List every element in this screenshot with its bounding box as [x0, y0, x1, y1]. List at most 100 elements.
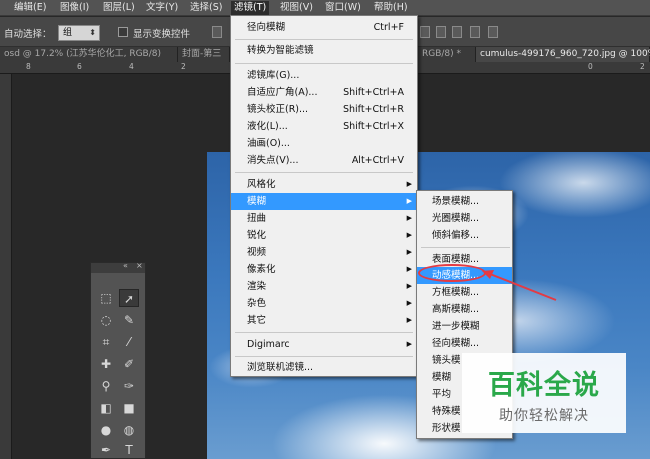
menu-separator — [235, 356, 413, 357]
menu-item-label: 杂色 — [247, 298, 267, 309]
tools-panel: « × ⬚ ➚ ◌ ✎ ⌗ ⁄ ✚ ✐ ⚲ ✑ ◧ ■ ● ◍ ✒ T — [90, 261, 146, 459]
distribute-icon[interactable] — [436, 26, 446, 38]
submenu-arrow-icon: ▶ — [406, 316, 412, 324]
menu-item-shortcut: Shift+Ctrl+A — [343, 87, 404, 98]
submenu-arrow-icon: ▶ — [406, 180, 412, 188]
menu-separator — [235, 172, 413, 173]
menu-item-label: 消失点(V)... — [247, 155, 299, 166]
distribute-icon[interactable] — [488, 26, 498, 38]
menu-item-digimarc[interactable]: Digimarc ▶ — [231, 336, 417, 353]
menu-item-sharpen[interactable]: 锐化 ▶ — [231, 227, 417, 244]
tab-osd[interactable]: osd @ 17.2% (江苏华伦化工, RGB/8) — [0, 47, 178, 62]
menu-item-label: 扭曲 — [247, 213, 267, 224]
stamp-tool-icon[interactable]: ⚲ — [96, 377, 116, 395]
menu-separator — [235, 39, 413, 40]
menu-item-pixelate[interactable]: 像素化 ▶ — [231, 261, 417, 278]
menu-item-shortcut: Ctrl+F — [373, 22, 404, 33]
menu-item-label: 油画(O)... — [247, 138, 290, 149]
menu-edit[interactable]: 编辑(E) — [14, 1, 46, 15]
healing-brush-icon[interactable]: ✚ — [96, 355, 116, 373]
menu-item-label: 其它 — [247, 315, 267, 326]
magic-wand-icon[interactable]: ✎ — [119, 311, 139, 329]
auto-select-dropdown[interactable]: 组 ⬍ — [58, 25, 100, 41]
menu-select[interactable]: 选择(S) — [190, 1, 222, 15]
close-icon[interactable]: × — [136, 261, 143, 270]
menu-item-radial-blur[interactable]: 径向模糊 Ctrl+F — [231, 19, 417, 36]
type-tool-icon[interactable]: T — [119, 441, 139, 459]
menu-item-label: 模糊 — [247, 196, 267, 207]
menu-help[interactable]: 帮助(H) — [374, 1, 408, 15]
history-brush-icon[interactable]: ✑ — [119, 377, 139, 395]
menu-image[interactable]: 图像(I) — [60, 1, 89, 15]
show-transform-checkbox[interactable] — [118, 27, 128, 37]
distribute-icon[interactable] — [420, 26, 430, 38]
menu-item-stylize[interactable]: 风格化 ▶ — [231, 176, 417, 193]
tab-cover[interactable]: 封面-第三 — [178, 47, 230, 62]
submenu-arrow-icon: ▶ — [406, 282, 412, 290]
collapse-icon[interactable]: « — [123, 261, 128, 270]
submenu-arrow-icon: ▶ — [406, 248, 412, 256]
dodge-tool-icon[interactable]: ◍ — [119, 421, 139, 439]
menu-item-video[interactable]: 视频 ▶ — [231, 244, 417, 261]
move-tool-icon[interactable]: ➚ — [119, 289, 139, 307]
menu-item-lens-correction[interactable]: 镜头校正(R)... Shift+Ctrl+R — [231, 101, 417, 118]
marquee-tool-icon[interactable]: ⬚ — [96, 289, 116, 307]
distribute-icon[interactable] — [452, 26, 462, 38]
menu-item-label: 锐化 — [247, 230, 267, 241]
pen-tool-icon[interactable]: ✒ — [96, 441, 116, 459]
eraser-tool-icon[interactable]: ◧ — [96, 399, 116, 417]
eyedropper-icon[interactable]: ⁄ — [119, 333, 139, 351]
brush-tool-icon[interactable]: ✐ — [119, 355, 139, 373]
menu-item-label: 渲染 — [247, 281, 267, 292]
menu-layer[interactable]: 图层(L) — [103, 1, 135, 15]
menu-type[interactable]: 文字(Y) — [146, 1, 178, 15]
gradient-tool-icon[interactable]: ■ — [119, 399, 139, 417]
menu-item-label: 镜头校正(R)... — [247, 104, 309, 115]
menu-item-adaptive-wide-angle[interactable]: 自适应广角(A)... Shift+Ctrl+A — [231, 84, 417, 101]
distribute-icon[interactable] — [470, 26, 480, 38]
tab-rgb[interactable]: RGB/8) * — [418, 47, 476, 62]
menu-item-filter-gallery[interactable]: 滤镜库(G)... — [231, 67, 417, 84]
align-icon[interactable] — [212, 26, 222, 38]
submenu-item-blur-more[interactable]: 进一步模糊 — [417, 318, 512, 335]
tab-cumulus[interactable]: cumulus-499176_960_720.jpg @ 100% — [476, 47, 650, 62]
menu-item-distort[interactable]: 扭曲 ▶ — [231, 210, 417, 227]
menu-item-other[interactable]: 其它 ▶ — [231, 312, 417, 329]
menu-separator — [421, 247, 510, 248]
annotation-circle — [418, 264, 486, 282]
lasso-tool-icon[interactable]: ◌ — [96, 311, 116, 329]
ruler-tick: 2 — [640, 62, 645, 71]
submenu-item-radial-blur[interactable]: 径向模糊... — [417, 335, 512, 352]
menu-item-convert-smart-filter[interactable]: 转换为智能滤镜 — [231, 42, 417, 59]
crop-tool-icon[interactable]: ⌗ — [96, 333, 116, 351]
menu-separator — [235, 63, 413, 64]
menu-item-shortcut: Shift+Ctrl+X — [343, 121, 404, 132]
menu-item-blur[interactable]: 模糊 ▶ — [231, 193, 417, 210]
ruler-tick: 2 — [181, 62, 186, 71]
menu-separator — [235, 332, 413, 333]
menu-item-browse-online[interactable]: 浏览联机滤镜... — [231, 359, 417, 376]
submenu-item-field-blur[interactable]: 场景模糊... — [417, 193, 512, 210]
menu-item-shortcut: Alt+Ctrl+V — [351, 155, 404, 166]
submenu-item-iris-blur[interactable]: 光圈模糊... — [417, 210, 512, 227]
submenu-item-tilt-shift[interactable]: 倾斜偏移... — [417, 227, 512, 244]
menu-item-vanishing-point[interactable]: 消失点(V)... Alt+Ctrl+V — [231, 152, 417, 169]
menu-item-oil-paint[interactable]: 油画(O)... — [231, 135, 417, 152]
ruler-tick: 6 — [77, 62, 82, 71]
menu-item-noise[interactable]: 杂色 ▶ — [231, 295, 417, 312]
menu-filter[interactable]: 滤镜(T) — [231, 1, 270, 15]
ruler-tick: 8 — [26, 62, 31, 71]
submenu-arrow-icon: ▶ — [406, 299, 412, 307]
submenu-arrow-icon: ▶ — [406, 231, 412, 239]
blur-tool-icon[interactable]: ● — [96, 421, 116, 439]
menu-item-label: 转换为智能滤镜 — [247, 45, 314, 56]
menu-item-render[interactable]: 渲染 ▶ — [231, 278, 417, 295]
menu-view[interactable]: 视图(V) — [280, 1, 313, 15]
watermark-title: 百科全说 — [488, 370, 600, 401]
menu-window[interactable]: 窗口(W) — [325, 1, 361, 15]
menu-item-liquify[interactable]: 液化(L)... Shift+Ctrl+X — [231, 118, 417, 135]
auto-select-label: 自动选择： — [4, 29, 52, 40]
menu-item-label: 风格化 — [247, 179, 276, 190]
tools-panel-header[interactable]: « × — [91, 261, 145, 273]
menu-item-label: Digimarc — [247, 339, 290, 350]
